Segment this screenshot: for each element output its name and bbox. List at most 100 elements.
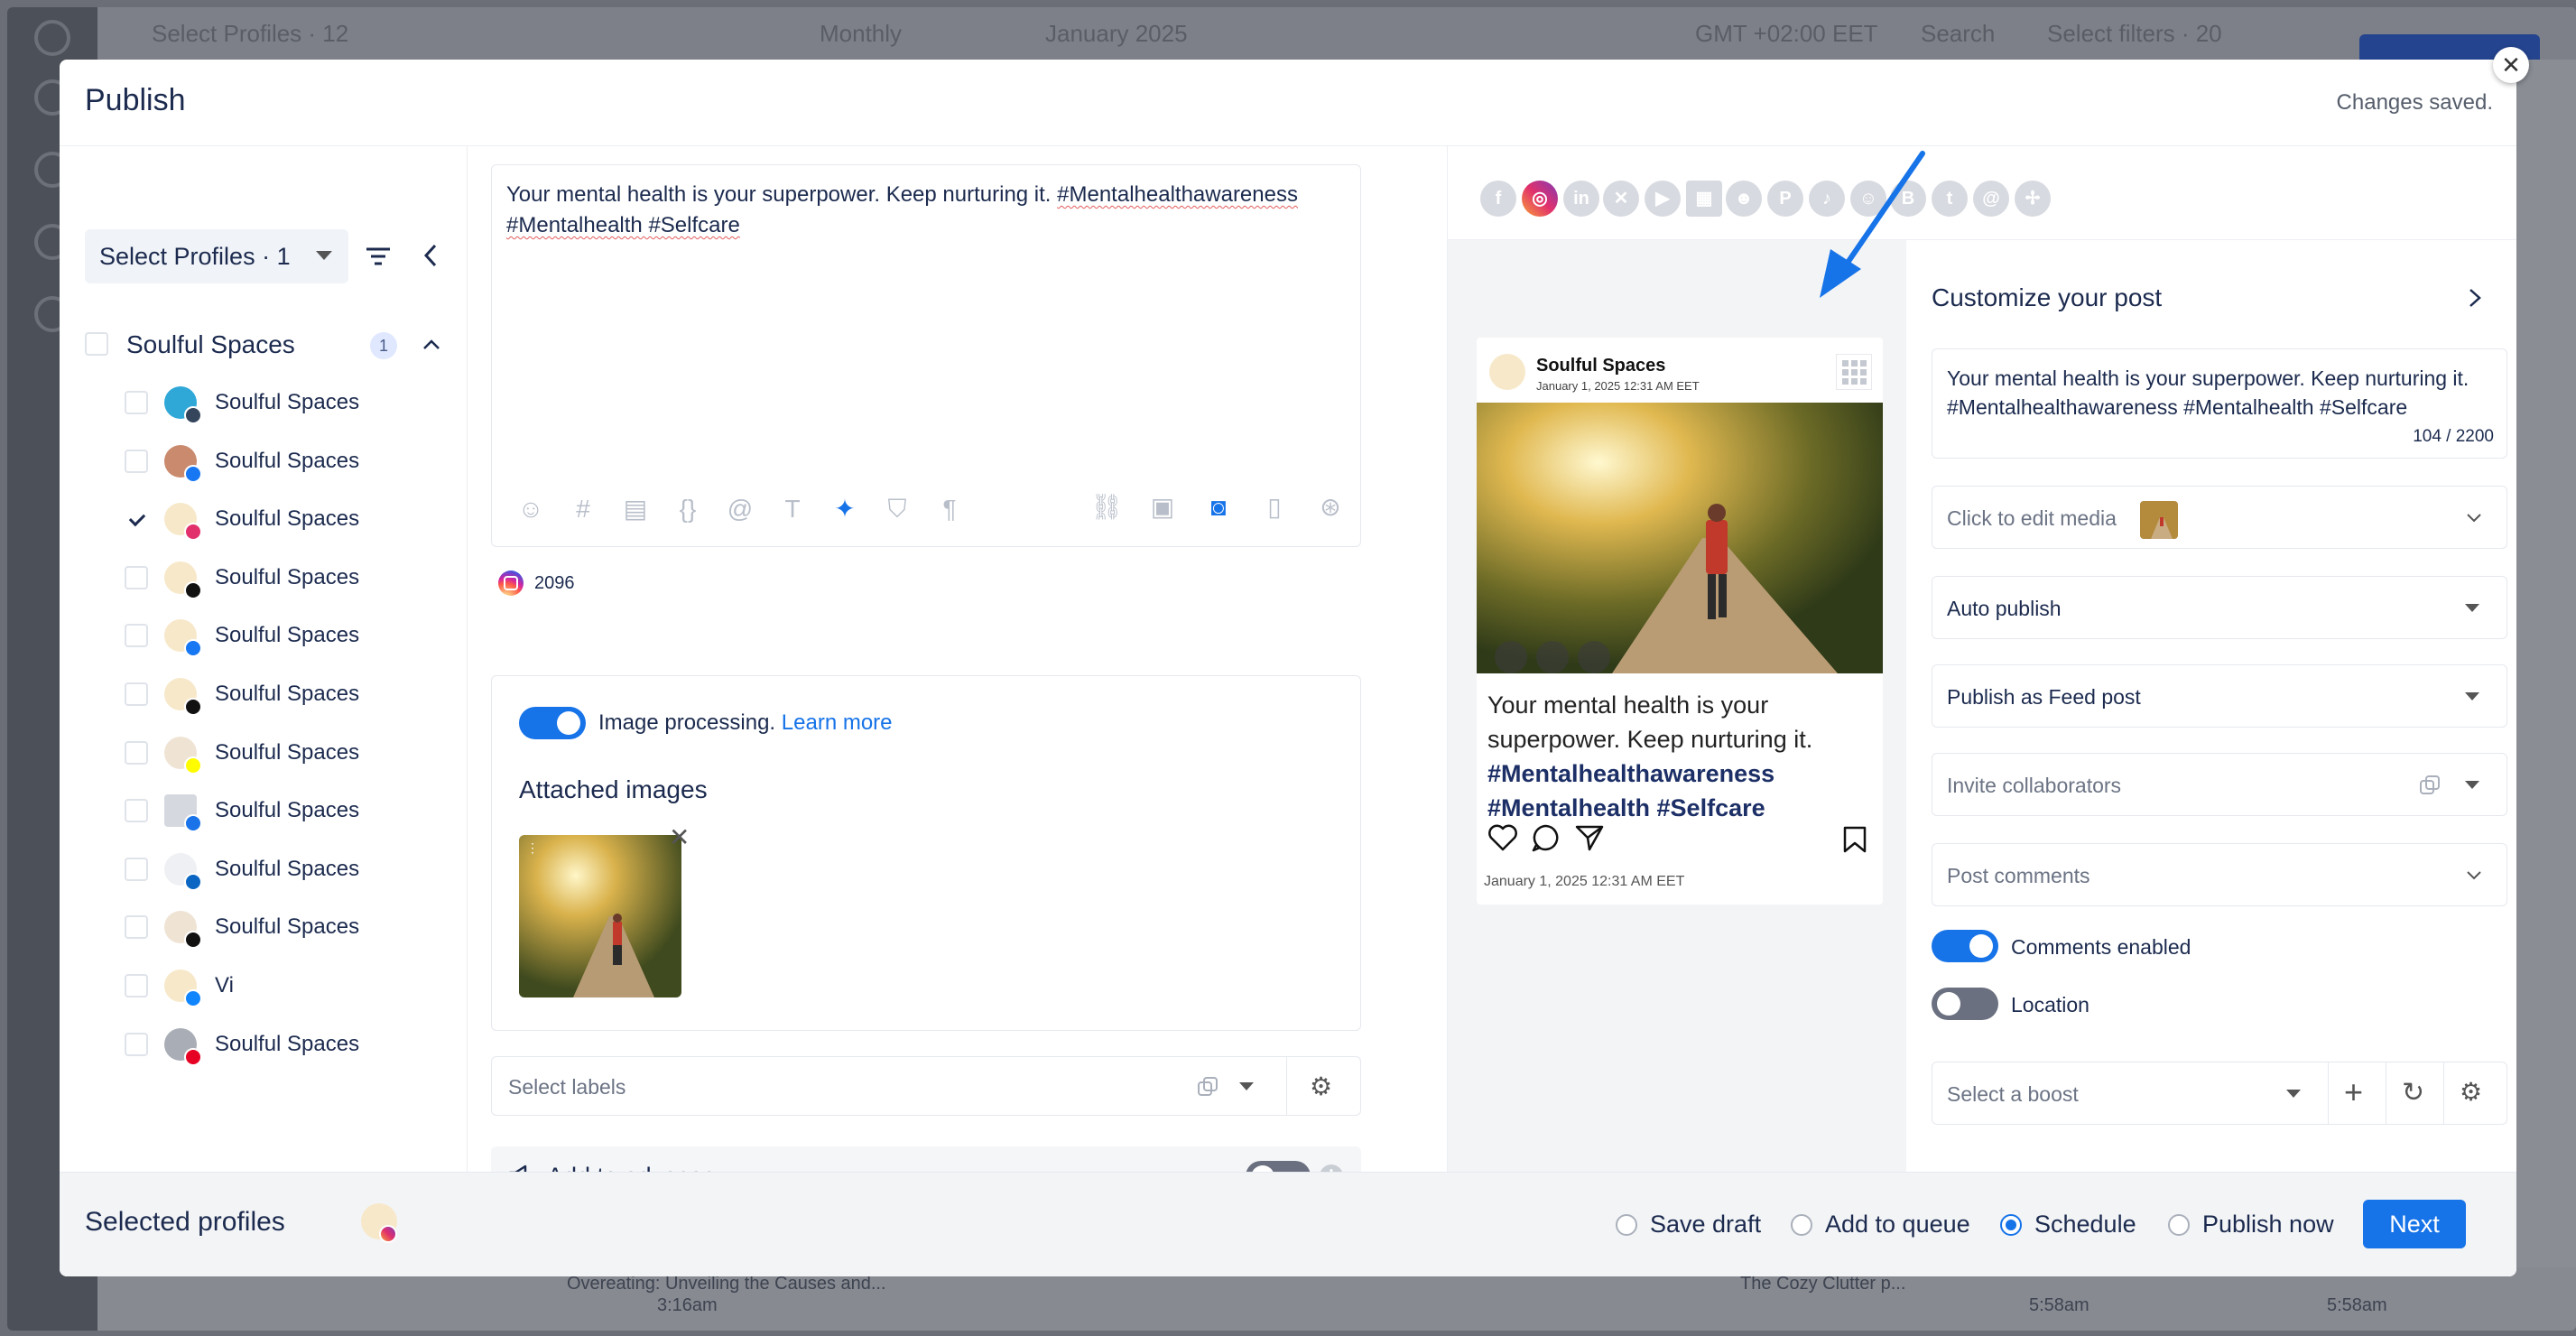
save-draft-option[interactable]: Save draft (1616, 1211, 1761, 1239)
schedule-option[interactable]: Schedule (2000, 1211, 2136, 1239)
profile-checkbox[interactable] (125, 799, 148, 823)
profile-checkbox[interactable] (125, 915, 148, 940)
drag-handle-icon[interactable]: ⋮ (526, 840, 539, 862)
radio-button[interactable] (1791, 1213, 1812, 1236)
select-profiles-dropdown[interactable]: Select Profiles · 1 (85, 229, 348, 283)
bluesky-icon[interactable]: ✢ (2015, 181, 2051, 217)
add-to-queue-option[interactable]: Add to queue (1791, 1211, 1970, 1239)
profile-checkbox[interactable] (125, 449, 148, 473)
edit-media-select[interactable]: Click to edit media (1932, 486, 2507, 549)
profile-item[interactable]: Soulful Spaces (125, 1016, 449, 1074)
linkedin-icon[interactable]: in (1563, 181, 1599, 217)
refresh-icon[interactable]: ↻ (2402, 1077, 2424, 1109)
google-business-icon[interactable]: ▦ (1686, 181, 1722, 217)
radio-button[interactable] (1616, 1213, 1637, 1236)
video-icon[interactable]: ▣ (1145, 490, 1180, 524)
profile-item[interactable]: Soulful Spaces (125, 607, 449, 665)
mention-icon[interactable]: @ (723, 492, 757, 526)
facebook-icon (184, 639, 202, 658)
profile-item[interactable]: Soulful Spaces (125, 490, 449, 549)
boost-select[interactable]: Select a boost + ↻ ⚙ (1932, 1062, 2507, 1125)
tumblr-icon[interactable]: t (1932, 181, 1968, 217)
profile-checkbox[interactable] (125, 857, 148, 881)
collapse-left-icon[interactable] (421, 242, 442, 269)
profile-checkbox[interactable] (125, 391, 148, 414)
group-checkbox[interactable] (85, 332, 108, 356)
profile-item[interactable]: Vi (125, 957, 449, 1016)
caption-text[interactable]: Your mental health is your superpower. K… (1947, 364, 2497, 422)
copy-icon[interactable] (1196, 1075, 1219, 1099)
comments-enabled-toggle[interactable] (1932, 930, 1998, 962)
shield-icon[interactable]: ⛉ (880, 492, 914, 526)
threads-icon[interactable]: @ (1973, 181, 2009, 217)
reddit-icon[interactable]: ☻ (1726, 181, 1762, 217)
profile-item[interactable]: Soulful Spaces (125, 549, 449, 608)
post-text[interactable]: Your mental health is your superpower. K… (506, 180, 1346, 241)
profile-checkbox[interactable] (125, 682, 148, 706)
learn-more-link[interactable]: Learn more (782, 710, 893, 735)
close-icon[interactable]: ✕ (2493, 47, 2529, 83)
next-button[interactable]: Next (2363, 1200, 2466, 1248)
linkedin-icon (184, 872, 202, 891)
collaborator-icon[interactable] (1578, 641, 1610, 673)
variable-icon[interactable]: {} (671, 492, 705, 526)
facebook-icon[interactable]: f (1480, 181, 1516, 217)
profile-item[interactable]: Soulful Spaces (125, 665, 449, 724)
link-icon[interactable]: ⛓ (1089, 490, 1124, 524)
gear-icon[interactable]: ⚙ (1310, 1072, 1332, 1101)
radio-button[interactable] (2000, 1213, 2022, 1236)
labels-select[interactable]: Select labels ⚙ (491, 1056, 1361, 1116)
chevron-right-icon[interactable] (2466, 287, 2484, 309)
instagram-icon[interactable]: ◎ (1522, 181, 1558, 217)
paragraph-icon[interactable]: ¶ (932, 492, 967, 526)
profile-checkbox[interactable] (125, 507, 148, 532)
post-comments-select[interactable]: Post comments (1932, 843, 2507, 906)
tag-user-icon[interactable] (1495, 641, 1527, 673)
location-toggle[interactable] (1932, 988, 1998, 1020)
chevron-up-icon[interactable] (421, 334, 442, 356)
text-format-icon[interactable]: T (775, 492, 810, 526)
youtube-icon[interactable]: ▶ (1645, 181, 1681, 217)
add-boost-icon[interactable]: + (2344, 1073, 2363, 1111)
profile-checkbox[interactable] (125, 740, 148, 765)
profile-group-row[interactable]: Soulful Spaces 1 (85, 327, 446, 363)
pinterest-icon[interactable]: P (1767, 181, 1803, 217)
profile-item[interactable]: Soulful Spaces (125, 782, 449, 840)
attached-image-thumbnail[interactable] (519, 835, 681, 997)
grid-view-icon[interactable] (1836, 354, 1872, 390)
integrations-icon[interactable]: ⊛ (1313, 490, 1348, 524)
divider (1286, 1057, 1287, 1115)
profile-checkbox[interactable] (125, 565, 148, 589)
document-icon[interactable]: ▯ (1257, 490, 1292, 524)
template-icon[interactable]: ▤ (618, 492, 653, 526)
copy-icon[interactable] (2418, 774, 2442, 797)
publish-now-option[interactable]: Publish now (2168, 1211, 2334, 1239)
chevron-down-icon (2467, 514, 2481, 523)
caret-down-icon (2465, 781, 2479, 789)
profile-item[interactable]: Soulful Spaces (125, 724, 449, 783)
profile-item[interactable]: Soulful Spaces (125, 898, 449, 957)
profile-item[interactable]: Soulful Spaces (125, 374, 449, 432)
profile-checkbox[interactable] (125, 624, 148, 648)
post-editor[interactable]: Your mental health is your superpower. K… (491, 164, 1361, 547)
gear-icon[interactable]: ⚙ (2460, 1077, 2482, 1107)
profile-item[interactable]: Soulful Spaces (125, 840, 449, 899)
caption-field[interactable]: Your mental health is your superpower. K… (1932, 348, 2507, 459)
profile-item[interactable]: Soulful Spaces (125, 432, 449, 491)
camera-icon[interactable]: ◙ (1201, 490, 1236, 524)
hashtag-icon[interactable]: # (566, 492, 600, 526)
profile-checkbox[interactable] (125, 1032, 148, 1056)
filter-icon[interactable] (365, 246, 392, 267)
collaborators-select[interactable]: Invite collaborators (1932, 753, 2507, 816)
image-processing-toggle[interactable] (519, 707, 586, 739)
profile-checkbox[interactable] (125, 973, 148, 997)
publish-mode-select[interactable]: Auto publish (1932, 576, 2507, 639)
emoji-icon[interactable]: ☺ (514, 492, 548, 526)
caret-down-icon[interactable] (1239, 1082, 1254, 1090)
ai-magic-icon[interactable]: ✦ (828, 492, 862, 526)
product-tag-icon[interactable] (1536, 641, 1569, 673)
remove-image-icon[interactable]: ✕ (669, 822, 690, 852)
radio-button[interactable] (2168, 1213, 2190, 1236)
post-type-select[interactable]: Publish as Feed post (1932, 664, 2507, 728)
x-icon[interactable]: ✕ (1603, 181, 1639, 217)
